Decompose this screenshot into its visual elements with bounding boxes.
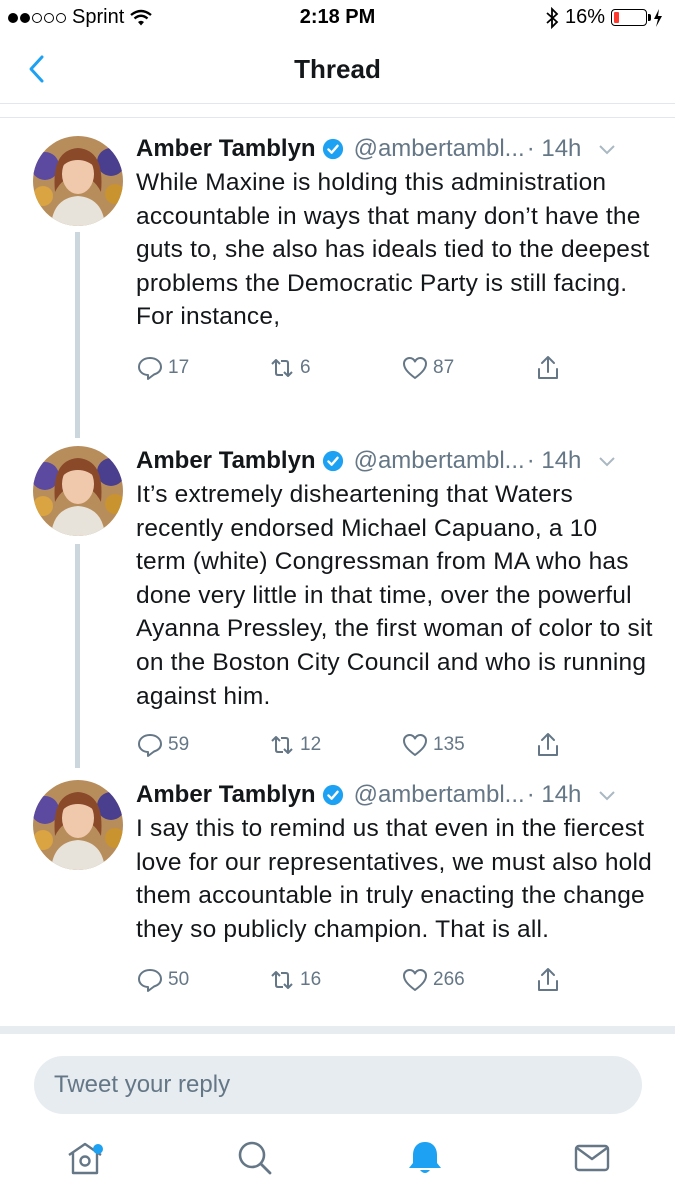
verified-badge-icon — [322, 138, 343, 160]
tab-messages[interactable] — [570, 1136, 614, 1180]
notifications-icon — [409, 1142, 441, 1173]
tweet-text: I say this to remind us that even in the… — [136, 815, 652, 943]
thread-connector — [75, 232, 80, 438]
bluetooth-icon — [546, 6, 559, 29]
author-name[interactable]: Amber Tamblyn — [136, 447, 316, 475]
thread-connector — [75, 544, 80, 768]
avatar[interactable] — [33, 446, 123, 536]
share-icon — [538, 355, 558, 379]
like-count: 266 — [433, 969, 465, 991]
page-title: Thread — [294, 54, 381, 84]
reply-button[interactable]: 17 — [136, 354, 189, 382]
tweet-time: · 14h — [526, 135, 582, 162]
avatar[interactable] — [33, 780, 123, 870]
retweet-button[interactable]: 6 — [268, 354, 311, 382]
like-button[interactable]: 266 — [401, 966, 465, 994]
share-button[interactable] — [534, 731, 562, 759]
reply-button[interactable]: 50 — [136, 966, 189, 994]
status-right: 16% — [545, 6, 663, 29]
chevron-down-icon[interactable] — [597, 785, 617, 805]
retweet-button[interactable]: 16 — [268, 966, 321, 994]
chevron-down-icon[interactable] — [597, 139, 617, 159]
share-button[interactable] — [534, 966, 562, 994]
reply-count: 17 — [168, 356, 190, 378]
retweet-icon — [271, 358, 293, 377]
battery-icon — [611, 9, 651, 26]
tweet-actions: 17 6 87 — [136, 354, 653, 394]
charging-icon — [654, 8, 662, 27]
messages-icon — [574, 1144, 610, 1172]
share-button[interactable] — [534, 354, 562, 382]
home-icon — [68, 1142, 102, 1175]
thread-divider — [0, 104, 675, 118]
tweet[interactable]: Amber Tamblyn @ambertambl... · 14h I say… — [0, 766, 675, 1028]
heart-icon — [403, 734, 427, 757]
tab-notifications[interactable] — [403, 1136, 447, 1180]
chevron-down-icon[interactable] — [597, 451, 617, 471]
reply-count: 59 — [168, 734, 190, 756]
author-handle[interactable]: @ambertambl... — [354, 135, 525, 163]
reply-input[interactable] — [34, 1056, 642, 1114]
tab-home[interactable] — [63, 1136, 107, 1180]
share-icon — [538, 968, 558, 992]
like-button[interactable]: 135 — [401, 731, 465, 759]
retweet-button[interactable]: 12 — [268, 731, 321, 759]
thread: Amber Tamblyn @ambertambl... · 14h While… — [0, 104, 675, 1028]
battery-level — [614, 12, 619, 23]
like-count: 135 — [433, 734, 465, 756]
search-icon — [238, 1141, 272, 1175]
reply-icon — [138, 356, 162, 380]
retweet-icon — [271, 971, 293, 990]
tab-search[interactable] — [232, 1136, 276, 1180]
reply-bar — [0, 1026, 675, 1126]
author-name[interactable]: Amber Tamblyn — [136, 781, 316, 809]
reply-count: 50 — [168, 969, 190, 991]
nav-bar: Thread — [0, 36, 675, 104]
like-count: 87 — [433, 356, 455, 378]
retweet-icon — [271, 736, 293, 755]
share-icon — [538, 733, 558, 757]
tab-bar — [0, 1126, 675, 1200]
tweet-header: Amber Tamblyn @ambertambl... · 14h — [136, 132, 653, 166]
author-name[interactable]: Amber Tamblyn — [136, 135, 316, 163]
tweet-header: Amber Tamblyn @ambertambl... · 14h — [136, 778, 653, 812]
tweet[interactable]: Amber Tamblyn @ambertambl... · 14h While… — [0, 118, 675, 438]
retweet-count: 12 — [300, 734, 322, 756]
verified-badge-icon — [322, 450, 343, 472]
heart-icon — [403, 969, 427, 992]
retweet-count: 16 — [300, 969, 322, 991]
status-bar: Sprint 2:18 PM 16% — [0, 0, 675, 36]
reply-icon — [138, 969, 162, 993]
reply-icon — [138, 734, 162, 758]
avatar[interactable] — [33, 136, 123, 226]
battery-percent: 16% — [564, 6, 605, 28]
tweet[interactable]: Amber Tamblyn @ambertambl... · 14h It’s … — [0, 432, 675, 768]
tweet-text: It’s extremely disheartening that Waters… — [136, 481, 653, 710]
verified-badge-icon — [322, 784, 343, 806]
author-handle[interactable]: @ambertambl... — [354, 781, 525, 809]
tweet-time: · 14h — [526, 781, 582, 808]
retweet-count: 6 — [300, 356, 311, 378]
reply-button[interactable]: 59 — [136, 731, 189, 759]
like-button[interactable]: 87 — [401, 354, 454, 382]
author-handle[interactable]: @ambertambl... — [354, 447, 525, 475]
tweet-header: Amber Tamblyn @ambertambl... · 14h — [136, 444, 653, 478]
tweet-text: While Maxine is holding this administrat… — [136, 169, 650, 331]
notification-dot — [93, 1144, 103, 1154]
heart-icon — [403, 356, 427, 379]
tweet-actions: 50 16 266 — [136, 966, 653, 1006]
tweet-time: · 14h — [526, 447, 582, 474]
